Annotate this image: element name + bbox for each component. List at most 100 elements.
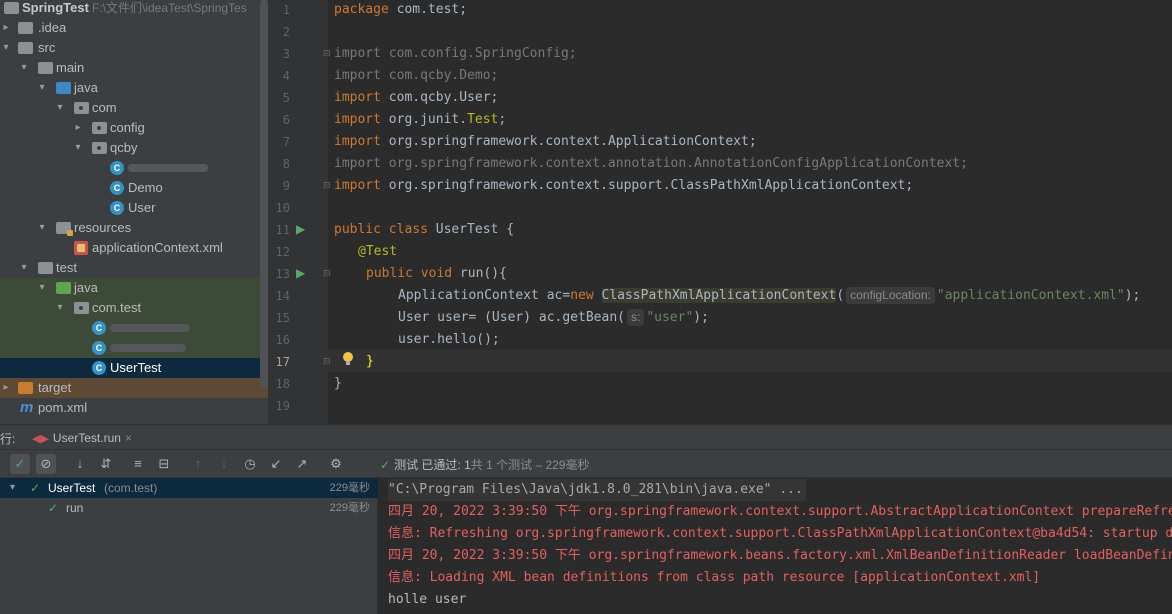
tree-item-test[interactable]: ▾ test — [0, 258, 268, 278]
test-status: ✓ 测试 已通过: 1共 1 个测试 – 229毫秒 — [380, 456, 589, 473]
sort-alpha-icon[interactable]: ↓ — [70, 454, 90, 474]
folder-icon — [18, 42, 33, 54]
passed-icon: ✓ — [30, 481, 41, 495]
project-scrollbar[interactable] — [260, 0, 268, 388]
current-line-highlight — [328, 350, 1172, 372]
tree-item-idea[interactable]: ▸ .idea — [0, 18, 268, 38]
import-tests-icon[interactable]: ↙ — [266, 454, 286, 474]
line-number: 4 — [282, 69, 290, 83]
chevron-down-icon[interactable]: ▾ — [72, 138, 84, 158]
tree-label: Demo — [128, 180, 163, 195]
tree-label: java — [74, 80, 98, 95]
export-tests-icon[interactable]: ↗ — [292, 454, 312, 474]
tree-item-applicationcontext-xml[interactable]: applicationContext.xml — [0, 238, 268, 258]
console-line: 信息: Refreshing org.springframework.conte… — [388, 526, 1172, 541]
next-failed-icon[interactable]: ↓ — [214, 454, 234, 474]
code-text: org.junit. — [380, 112, 468, 127]
show-passed-icon[interactable]: ✓ — [10, 454, 30, 474]
lightbulb-icon[interactable] — [342, 352, 354, 366]
folder-icon — [38, 262, 53, 274]
check-icon: ✓ — [380, 458, 391, 472]
collapse-all-icon[interactable]: ⊟ — [154, 454, 174, 474]
sort-duration-icon[interactable]: ⇵ — [96, 454, 116, 474]
tree-label: applicationContext.xml — [92, 240, 223, 255]
chevron-down-icon[interactable]: ▾ — [18, 258, 30, 278]
tree-root-springtest[interactable]: SpringTest F:\文件们\ideaTest\SpringTes — [0, 0, 268, 18]
tree-label: .idea — [38, 20, 67, 35]
tree-item-config[interactable]: ▸ config — [0, 118, 268, 138]
fold-icon[interactable]: ⊟ — [323, 356, 331, 367]
code-line-11: public class UserTest { — [334, 219, 514, 241]
code-text: UserTest { — [427, 222, 515, 237]
chevron-down-icon[interactable]: ▾ — [36, 278, 48, 298]
chevron-down-icon[interactable]: ▾ — [10, 478, 15, 498]
tree-item-java[interactable]: ▾ java — [0, 78, 268, 98]
tree-item-redacted[interactable]: C — [0, 158, 268, 178]
chevron-right-icon[interactable]: ▸ — [0, 378, 12, 398]
line-number: 7 — [282, 135, 290, 149]
tree-item-com[interactable]: ▾ com — [0, 98, 268, 118]
status-detail: 共 1 个测试 – 229毫秒 — [470, 458, 590, 472]
tree-item-target[interactable]: ▸ target — [0, 378, 268, 398]
package-icon — [74, 302, 89, 314]
chevron-down-icon[interactable]: ▾ — [54, 298, 66, 318]
chevron-down-icon[interactable]: ▾ — [54, 98, 66, 118]
code-line-9: import org.springframework.context.suppo… — [334, 175, 913, 197]
tree-item-main[interactable]: ▾ main — [0, 58, 268, 78]
run-method-icon[interactable]: ▶ — [296, 266, 310, 280]
root-path: F:\文件们\ideaTest\SpringTes — [92, 1, 247, 15]
history-icon[interactable]: ◷ — [240, 454, 260, 474]
fold-icon[interactable]: ⊟ — [323, 180, 331, 191]
console-line: 信息: Loading XML bean definitions from cl… — [388, 570, 1041, 585]
tree-item-user[interactable]: C User — [0, 198, 268, 218]
code-line-17: } — [366, 354, 374, 369]
console-output[interactable]: "C:\Program Files\Java\jdk1.8.0_281\bin\… — [379, 478, 1172, 614]
redacted-text — [110, 344, 186, 352]
settings-gear-icon[interactable]: ⚙ — [326, 454, 346, 474]
run-toolbar: ✓ ⊘ ↓ ⇵ ≡ ⊟ ↑ ↓ ◷ ↙ ↗ ⚙ ✓ 测试 已通过: 1共 1 个测… — [0, 450, 1172, 478]
keyword: import — [334, 134, 381, 149]
close-icon[interactable]: × — [125, 431, 132, 445]
fold-icon[interactable]: ⊟ — [323, 48, 331, 59]
show-ignored-icon[interactable]: ⊘ — [36, 454, 56, 474]
run-class-icon[interactable]: ▶ — [296, 222, 310, 236]
keyword: public class — [334, 222, 428, 237]
test-row-usertest[interactable]: ▾ ✓ UserTest (com.test) 229毫秒 — [0, 478, 378, 498]
expand-all-icon[interactable]: ≡ — [128, 454, 148, 474]
tree-item-resources[interactable]: ▾ resources — [0, 218, 268, 238]
chevron-right-icon[interactable]: ▸ — [72, 118, 84, 138]
chevron-down-icon[interactable]: ▾ — [18, 58, 30, 78]
test-row-run[interactable]: ✓ run 229毫秒 — [0, 498, 378, 518]
chevron-right-icon[interactable]: ▸ — [0, 18, 12, 38]
fold-icon[interactable]: ⊟ — [323, 268, 331, 279]
code-line-13: public void run(){ — [366, 263, 507, 285]
test-package: (com.test) — [104, 481, 158, 495]
previous-failed-icon[interactable]: ↑ — [188, 454, 208, 474]
folder-icon — [18, 22, 33, 34]
test-class-icon: C — [92, 321, 106, 335]
code-text: ); — [693, 310, 709, 325]
code-text: ; — [498, 112, 507, 127]
line-number: 1 — [282, 3, 290, 17]
parameter-hint: configLocation: — [846, 287, 935, 304]
tree-item-com-test[interactable]: ▾ com.test — [0, 298, 268, 318]
tree-item-redacted-test-1[interactable]: C — [0, 318, 268, 338]
test-name: UserTest — [48, 481, 96, 495]
test-class-icon: C — [92, 361, 106, 375]
chevron-down-icon[interactable]: ▾ — [36, 78, 48, 98]
package-icon — [92, 122, 107, 134]
tree-item-pom-xml[interactable]: m pom.xml — [0, 398, 268, 418]
tree-item-redacted-test-2[interactable]: C — [0, 338, 268, 358]
tree-item-test-java[interactable]: ▾ java — [0, 278, 268, 298]
code-line-6: import org.junit.Test; — [334, 109, 506, 131]
tree-item-usertest[interactable]: C UserTest — [0, 358, 268, 378]
line-number: 8 — [282, 157, 290, 171]
code-text: ( — [836, 288, 845, 303]
tree-item-src[interactable]: ▾ src — [0, 38, 268, 58]
tab-usertest-run[interactable]: ◀▶ UserTest.run × — [32, 428, 132, 448]
chevron-down-icon[interactable]: ▾ — [0, 38, 12, 58]
tree-item-demo[interactable]: C Demo — [0, 178, 268, 198]
tree-item-qcby[interactable]: ▾ qcby — [0, 138, 268, 158]
chevron-down-icon[interactable]: ▾ — [36, 218, 48, 238]
tree-label: java — [74, 280, 98, 295]
